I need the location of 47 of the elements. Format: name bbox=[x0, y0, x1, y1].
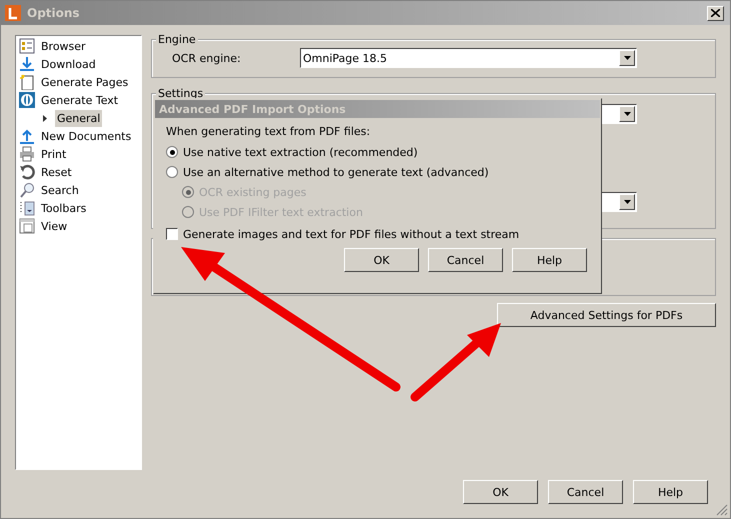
checkbox-label: Generate images and text for PDF files without a text stream bbox=[183, 228, 520, 240]
sidebar-item[interactable]: Browser bbox=[39, 38, 88, 54]
window-title: Options bbox=[27, 6, 81, 20]
option-label: Use an alternative method to generate text (advanced) bbox=[183, 166, 489, 178]
caret-icon bbox=[624, 200, 630, 204]
close-button[interactable] bbox=[707, 6, 724, 20]
upload-icon bbox=[19, 128, 35, 144]
sidebar-item[interactable]: Generate Pages bbox=[39, 74, 130, 90]
expander-icon[interactable] bbox=[43, 114, 47, 122]
advanced-settings-button[interactable]: Advanced Settings for PDFs bbox=[497, 303, 716, 327]
sidebar-item[interactable]: Search bbox=[39, 182, 81, 198]
radio-button[interactable] bbox=[166, 146, 178, 158]
magnifier-icon bbox=[19, 182, 35, 198]
sidebar-item[interactable]: New Documents bbox=[39, 128, 134, 144]
radio-button[interactable] bbox=[166, 166, 178, 178]
field-label: OCR engine: bbox=[172, 52, 242, 64]
sidebar-item[interactable]: General bbox=[55, 110, 102, 126]
caret-icon bbox=[624, 56, 630, 60]
option-label: Use native text extraction (recommended) bbox=[183, 146, 418, 158]
toolbar-icon bbox=[19, 200, 35, 216]
dialog-button[interactable]: Cancel bbox=[548, 480, 623, 504]
window-icon bbox=[19, 218, 35, 234]
group-title: Engine bbox=[156, 33, 198, 46]
dialog-button[interactable]: OK bbox=[344, 248, 419, 272]
dialog-button[interactable]: Help bbox=[633, 480, 708, 504]
dialog-button[interactable]: OK bbox=[463, 480, 538, 504]
close-icon bbox=[711, 9, 720, 17]
sidebar-item[interactable]: View bbox=[39, 218, 70, 234]
undo-icon bbox=[19, 164, 35, 180]
printer-icon bbox=[19, 146, 35, 162]
dialog-button[interactable]: Cancel bbox=[428, 248, 503, 272]
prompt-text: When generating text from PDF files: bbox=[166, 125, 372, 138]
sidebar-item[interactable]: Print bbox=[39, 146, 68, 162]
caret-icon bbox=[624, 112, 630, 116]
download-icon bbox=[19, 56, 35, 72]
sidebar-item[interactable]: Reset bbox=[39, 164, 74, 180]
resize-grip-icon[interactable] bbox=[716, 504, 728, 516]
dialog-title: Advanced PDF Import Options bbox=[155, 100, 600, 118]
dialog-button[interactable]: Help bbox=[512, 248, 587, 272]
sidebar-item[interactable]: Generate Text bbox=[39, 92, 120, 108]
sidebar-item[interactable]: Download bbox=[39, 56, 98, 72]
checkbox[interactable] bbox=[166, 228, 178, 240]
sidebar-item[interactable]: Toolbars bbox=[39, 200, 88, 216]
list-icon bbox=[19, 38, 35, 54]
app-logo-icon bbox=[5, 5, 21, 21]
page-icon bbox=[19, 74, 35, 90]
ocr-engine-dropdown[interactable]: OmniPage 18.5 bbox=[300, 48, 637, 68]
